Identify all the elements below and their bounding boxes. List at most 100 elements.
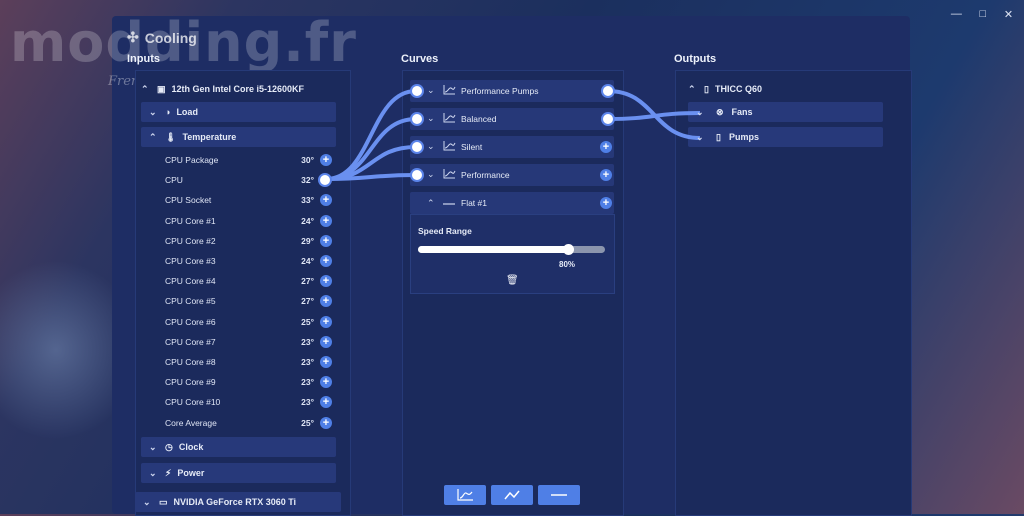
inputs-heading: Inputs <box>127 53 160 65</box>
flat-line-icon <box>443 199 455 209</box>
curve-label: Balanced <box>461 114 497 124</box>
speed-range-label: Speed Range <box>418 226 472 236</box>
sensor-row: CPU Core #3 24° + <box>141 254 336 268</box>
cpu-output-port[interactable] <box>318 173 332 188</box>
sensor-value: 27° <box>301 296 314 307</box>
chevron-up-icon[interactable]: ⌃ <box>427 198 435 209</box>
cpu-device-label: 12th Gen Intel Core i5-12600KF <box>171 84 305 94</box>
add-connection-icon[interactable]: + <box>600 141 612 153</box>
fan-icon: ✣ <box>127 29 139 45</box>
sensor-value: 32° <box>301 175 314 186</box>
add-connection-icon[interactable]: + <box>320 194 332 207</box>
chevron-down-icon[interactable]: ⌄ <box>427 85 435 96</box>
chevron-down-icon: ⌄ <box>149 467 157 478</box>
chevron-down-icon: ⌄ <box>149 106 157 117</box>
slider-handle[interactable] <box>562 244 574 255</box>
add-connection-icon[interactable]: + <box>320 315 332 328</box>
chevron-down-icon[interactable]: ⌄ <box>696 132 706 143</box>
gpu-device-header[interactable]: ⌄ ▭ NVIDIA GeForce RTX 3060 Ti <box>135 492 341 512</box>
line-graph-icon <box>504 490 520 500</box>
curve-output-port[interactable] <box>601 112 615 126</box>
graph-curve-icon <box>443 169 456 181</box>
add-connection-icon[interactable]: + <box>600 169 612 181</box>
sensor-row: CPU Package 30° + <box>141 153 336 167</box>
curve-input-port[interactable] <box>410 112 424 126</box>
pump-icon: ▯ <box>716 131 721 142</box>
window-controls: — □ ✕ <box>942 4 1022 24</box>
cpu-device-header[interactable]: ⌃ ▣ 12th Gen Intel Core i5-12600KF <box>141 81 341 97</box>
speed-range-slider[interactable] <box>418 244 605 255</box>
chevron-up-icon: ⌃ <box>149 131 157 142</box>
curve-input-port[interactable] <box>410 168 424 182</box>
group-load-label: Load <box>176 107 198 117</box>
add-connection-icon[interactable]: + <box>320 154 332 166</box>
minimize-button[interactable]: — <box>951 8 962 20</box>
outputs-heading: Outputs <box>674 53 717 65</box>
output-device-header[interactable]: ⌃ ▯ THICC Q60 <box>688 81 884 97</box>
chevron-down-icon: ⌄ <box>149 441 157 452</box>
sensor-row: CPU 32° <box>141 173 336 188</box>
gauge-icon: ◑ <box>165 107 171 117</box>
add-connection-icon[interactable]: + <box>320 335 332 348</box>
chevron-down-icon[interactable]: ⌄ <box>427 169 435 180</box>
close-button[interactable]: ✕ <box>1004 8 1013 21</box>
sensor-value: 23° <box>301 377 314 388</box>
curve-output-port[interactable] <box>601 84 615 98</box>
sensor-label: CPU Core #10 <box>165 397 221 408</box>
add-connection-icon[interactable]: + <box>320 376 332 389</box>
graph-curve-icon <box>443 85 456 97</box>
sensor-row: CPU Core #8 23° + <box>141 355 336 369</box>
add-graph-curve-button[interactable] <box>444 485 486 505</box>
add-flat-curve-button[interactable] <box>538 485 580 505</box>
add-linear-curve-button[interactable] <box>491 485 533 505</box>
trash-icon[interactable]: 🗑︎ <box>506 275 519 286</box>
sensor-label: CPU Core #2 <box>165 235 216 246</box>
add-connection-icon[interactable]: + <box>320 416 332 429</box>
sensor-row: CPU Core #7 23° + <box>141 335 336 349</box>
sensor-row: Core Average 25° + <box>141 416 336 430</box>
device-icon: ▯ <box>704 83 709 94</box>
curve-card-content: ⌄ Performance + <box>410 164 614 186</box>
sensor-value: 23° <box>301 397 314 408</box>
add-connection-icon[interactable]: + <box>320 234 332 247</box>
sensor-value: 29° <box>301 235 314 246</box>
chevron-up-icon: ⌃ <box>141 83 149 94</box>
speed-range-value: 80% <box>559 260 576 269</box>
flat-curve-header-content: ⌃ Flat #1 + <box>410 192 614 214</box>
chevron-down-icon: ⌄ <box>143 496 151 507</box>
app-title-text: Cooling <box>144 29 197 46</box>
group-power[interactable]: ⌄ ⚡︎ Power <box>141 463 336 483</box>
add-connection-icon[interactable]: + <box>320 214 332 227</box>
curve-input-port[interactable] <box>410 140 424 154</box>
group-clock[interactable]: ⌄ ◷ Clock <box>141 437 336 457</box>
add-connection-icon[interactable]: + <box>320 255 332 267</box>
add-connection-icon[interactable]: + <box>320 295 332 308</box>
chevron-down-icon[interactable]: ⌄ <box>696 107 706 118</box>
sensor-value: 24° <box>301 256 314 266</box>
add-connection-icon[interactable]: + <box>600 197 612 209</box>
curve-label: Performance Pumps <box>461 86 539 96</box>
add-connection-icon[interactable]: + <box>320 275 332 288</box>
sensor-label: CPU Core #9 <box>165 377 216 388</box>
group-temperature[interactable]: ⌃ 🌡︎ Temperature <box>141 127 336 147</box>
sensor-value: 25° <box>301 417 314 428</box>
graph-curve-icon <box>443 141 456 153</box>
sensor-label: CPU Core #3 <box>165 256 216 266</box>
curve-card-content: ⌄ Performance Pumps <box>410 80 615 102</box>
output-label: Pumps <box>728 132 759 142</box>
add-connection-icon[interactable]: + <box>320 396 332 409</box>
curve-input-port[interactable] <box>410 84 424 98</box>
thermometer-icon: 🌡︎ <box>165 131 177 142</box>
add-connection-icon[interactable]: + <box>320 356 332 368</box>
app-title: ✣ Cooling <box>127 29 197 46</box>
maximize-button[interactable]: □ <box>980 8 987 20</box>
output-row-content: ⌄ ⊗ Fans <box>688 102 883 122</box>
sensor-label: CPU Core #5 <box>165 296 216 307</box>
sensor-row: CPU Core #1 24° + <box>141 214 336 228</box>
group-load[interactable]: ⌄ ◑ Load <box>141 102 336 122</box>
sensor-row: CPU Core #4 27° + <box>141 274 336 288</box>
group-temperature-label: Temperature <box>182 132 237 142</box>
chevron-down-icon[interactable]: ⌄ <box>427 113 435 124</box>
curve-label: Performance <box>461 170 510 180</box>
chevron-down-icon[interactable]: ⌄ <box>427 141 435 152</box>
